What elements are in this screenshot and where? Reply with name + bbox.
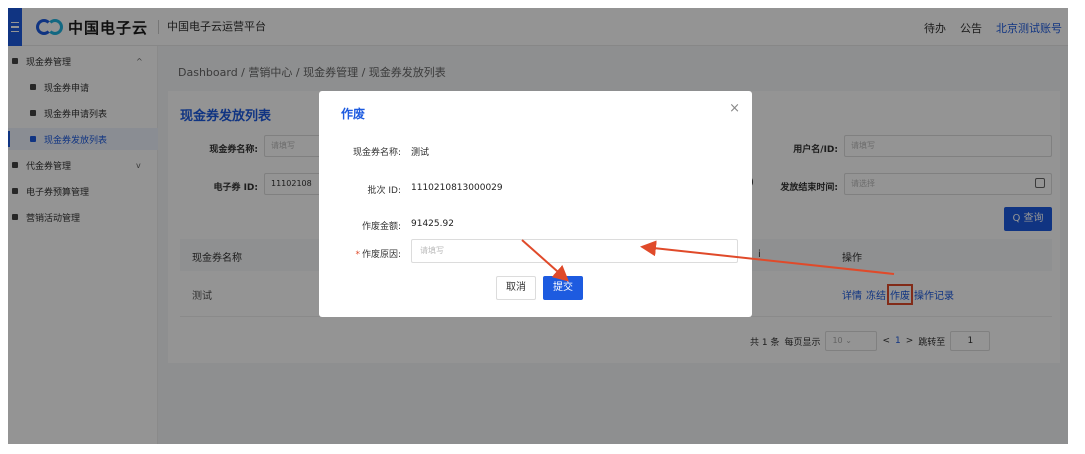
app-window: 中国电子云 中国电子云运营平台 待办 公告 北京测试账号 现金券管理 ^ 现金券… [8, 8, 1068, 444]
annotation-arrows [521, 239, 895, 282]
arrow-to-submit [521, 239, 569, 282]
arrow-to-reason-input [640, 240, 895, 275]
